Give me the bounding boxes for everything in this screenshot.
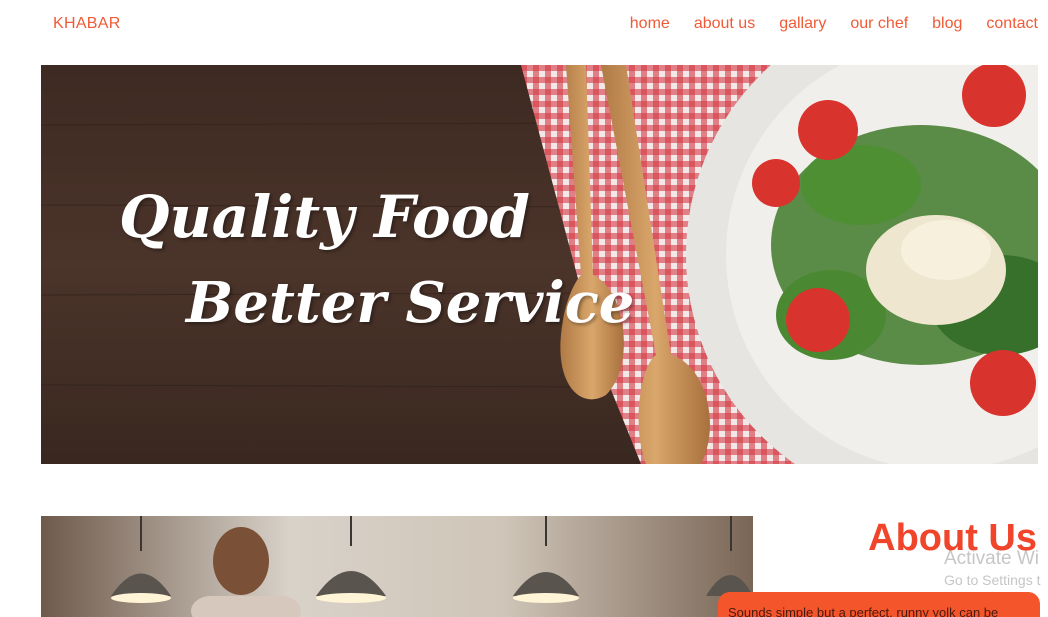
about-text-card: Sounds simple but a perfect, runny yolk … xyxy=(718,592,1040,617)
hero-headline-line-2: Better Service xyxy=(186,270,635,336)
activation-line-2: Go to Settings t xyxy=(944,572,1041,588)
kitchen-photo xyxy=(41,516,753,617)
nav-link-gallary[interactable]: gallary xyxy=(779,15,826,33)
nav-link-contact[interactable]: contact xyxy=(986,15,1038,33)
hero-banner: Quality Food Better Service xyxy=(41,65,1038,464)
brand-logo[interactable]: KHABAR xyxy=(53,15,121,33)
nav-link-about-us[interactable]: about us xyxy=(694,15,755,33)
activation-line-1: Activate Wi xyxy=(944,548,1040,569)
navbar: KHABAR home about us gallary our chef bl… xyxy=(0,0,1048,50)
nav-link-blog[interactable]: blog xyxy=(932,15,962,33)
nav-links: home about us gallary our chef blog cont… xyxy=(606,15,1038,33)
about-card-text: Sounds simple but a perfect, runny yolk … xyxy=(728,605,999,617)
hero-background-image xyxy=(41,65,1038,464)
about-kitchen-image xyxy=(41,516,753,617)
hero-headline-line-1: Quality Food xyxy=(119,183,530,251)
windows-activation-watermark: Activate Wi Go to Settings t xyxy=(944,548,1041,588)
nav-link-our-chef[interactable]: our chef xyxy=(850,15,908,33)
nav-link-home[interactable]: home xyxy=(630,15,670,33)
